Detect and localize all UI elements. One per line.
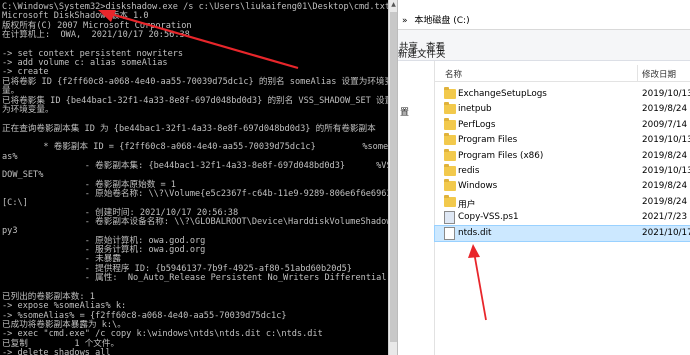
file-row[interactable]: Program Files 2019/10/13 xyxy=(435,133,690,148)
console-line: - 卷影副本集: {be44bac1-32f1-4a33-8e8f-697d04… xyxy=(2,160,388,171)
file-name: redis xyxy=(458,166,480,176)
console-line: 正在查询卷影副本集 ID 为 {be44bac1-32f1-4a33-8e8f-… xyxy=(2,123,376,134)
breadcrumb-overflow-icon[interactable]: » xyxy=(402,16,408,26)
file-name: ExchangeSetupLogs xyxy=(458,89,547,99)
cmd-console-window[interactable]: C:\Windows\System32>diskshadow.exe /s c:… xyxy=(0,0,388,355)
file-row[interactable]: Program Files (x86) 2019/8/24 2 xyxy=(435,148,690,164)
console-line: * 卷影副本 ID = {f2ff60c8-a068-4e40-aa55-700… xyxy=(2,142,388,153)
file-date: 2019/10/13 xyxy=(642,166,690,176)
file-row[interactable]: Copy-VSS.ps1 2021/7/23 1 xyxy=(435,210,690,225)
folder-icon xyxy=(444,87,456,99)
file-row[interactable]: PerfLogs 2009/7/14 1 xyxy=(435,117,690,133)
nav-item-label[interactable]: 置 xyxy=(400,105,409,118)
file-date: 2019/8/24 2 xyxy=(642,196,690,207)
folder-icon xyxy=(444,148,456,161)
file-name: inetpub xyxy=(458,104,492,115)
folder-icon xyxy=(444,133,456,146)
file-row[interactable]: redis 2019/10/13 xyxy=(435,164,690,179)
file-name: PerfLogs xyxy=(458,119,496,130)
file-date: 2021/7/23 1 xyxy=(642,212,690,223)
console-line: - 卷影副本设备名称: \\?\GLOBALROOT\Device\Harddi… xyxy=(2,217,388,228)
file-row[interactable]: inetpub 2019/8/24 2 xyxy=(435,102,690,117)
new-folder-button[interactable]: 新建文件夹 xyxy=(398,46,446,60)
navigation-pane[interactable]: 置 xyxy=(398,61,435,355)
file-row[interactable]: Windows 2019/8/24 2 xyxy=(435,179,690,194)
column-headers: 名称 修改日期 xyxy=(435,65,690,82)
breadcrumb-local-disk[interactable]: 本地磁盘 (C:) xyxy=(414,16,469,26)
file-name: Windows xyxy=(458,181,498,192)
file-row[interactable]: ntds.dit 2021/10/17 xyxy=(434,224,690,242)
script-file-icon xyxy=(444,211,455,225)
file-name: Program Files (x86) xyxy=(458,150,544,161)
console-line: 已将卷影 ID {f2ff60c8-a068-4e40-aa55-70039d7… xyxy=(2,76,388,87)
file-date: 2019/8/24 2 xyxy=(642,150,690,161)
file-name: 用户 xyxy=(458,199,476,210)
file-icon xyxy=(444,226,455,240)
column-header-name[interactable]: 名称 xyxy=(445,68,462,80)
file-date: 2019/10/13 xyxy=(642,135,690,146)
console-line: 在计算机上: OWA, 2021/10/17 20:56:38 xyxy=(2,30,190,41)
folder-icon xyxy=(444,179,456,192)
console-line: 为环境变量。 xyxy=(2,104,54,115)
file-date: 2019/8/24 2 xyxy=(642,181,690,192)
console-line: - 属性: No_Auto_Release Persistent No_Writ… xyxy=(2,273,387,284)
file-date: 2019/10/13 xyxy=(642,89,690,99)
folder-icon xyxy=(444,117,456,130)
file-date: 2019/8/24 2 xyxy=(642,104,690,115)
column-header-date[interactable]: 修改日期 xyxy=(642,68,676,80)
file-row[interactable]: 用户 2019/8/24 2 xyxy=(435,194,690,210)
folder-icon xyxy=(444,164,456,176)
file-date: 2021/10/17 xyxy=(642,227,690,238)
console-line: -> delete shadows all xyxy=(2,347,111,355)
folder-icon xyxy=(444,194,456,207)
file-row[interactable]: ExchangeSetupLogs 2019/10/13 xyxy=(435,87,690,102)
breadcrumb[interactable]: » 本地磁盘 (C:) xyxy=(402,13,474,26)
console-line: - 原始卷名称: \\?\Volume{e5c2367f-c64b-11e9-9… xyxy=(2,189,388,199)
file-list: 名称 修改日期 ExchangeSetupLogs 2019/10/13 inetp… xyxy=(434,61,690,355)
folder-icon xyxy=(444,102,456,115)
scroll-thumb[interactable] xyxy=(390,12,397,342)
address-bar[interactable]: » 本地磁盘 (C:) xyxy=(398,9,690,30)
file-name: ntds.dit xyxy=(458,227,492,238)
file-name: Program Files xyxy=(458,135,518,146)
file-date: 2009/7/14 1 xyxy=(642,119,690,130)
file-name: Copy-VSS.ps1 xyxy=(458,212,519,223)
column-divider[interactable] xyxy=(637,65,638,81)
console-line: 已将卷影集 ID {be44bac1-32f1-4a33-8e8f-697d04… xyxy=(2,95,388,106)
